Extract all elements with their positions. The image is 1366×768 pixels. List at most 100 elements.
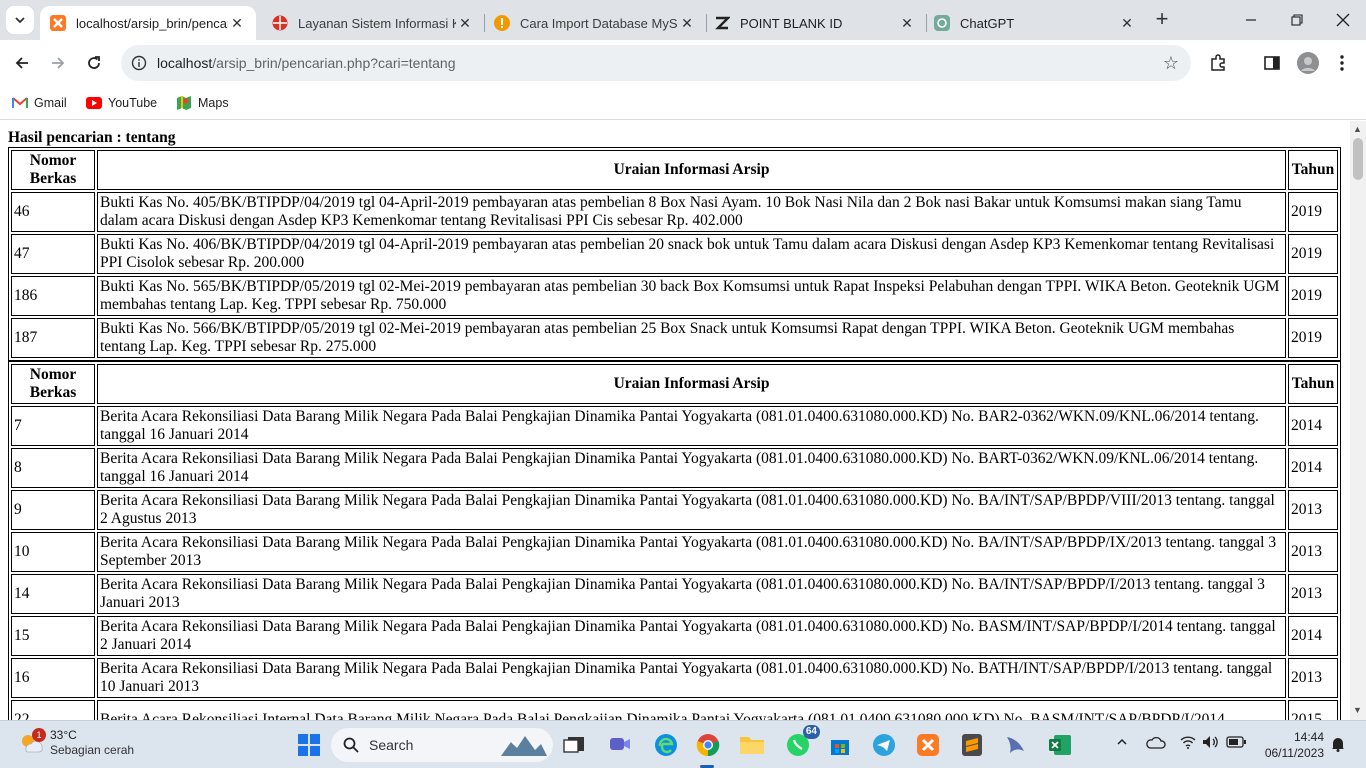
maps-icon: [176, 95, 192, 111]
battery-icon[interactable]: [1226, 735, 1246, 751]
xampp-favicon-icon: [50, 15, 66, 31]
header-uraian: Uraian Informasi Arsip: [97, 364, 1286, 404]
weather-widget[interactable]: 1 33°C Sebagian cerah: [18, 728, 134, 758]
bookmark-label: Gmail: [34, 96, 67, 110]
taskbar-search[interactable]: Search: [331, 728, 553, 762]
results-table-2: Nomor Berkas Uraian Informasi Arsip Tahun…: [8, 361, 1341, 720]
menu-button[interactable]: [1328, 49, 1356, 77]
back-button[interactable]: [8, 49, 36, 77]
cell-uraian: Berita Acara Rekonsiliasi Data Barang Mi…: [97, 616, 1286, 656]
excel-icon: [1049, 735, 1071, 755]
wifi-icon[interactable]: [1180, 735, 1196, 752]
results-table-1: Nomor Berkas Uraian Informasi Arsip Tahun…: [8, 147, 1341, 361]
tab-title: POINT BLANK ID: [740, 15, 843, 31]
kebab-menu-icon: [1340, 55, 1344, 71]
weather-temperature: 33°C: [50, 728, 77, 742]
side-panel-icon: [1264, 56, 1280, 70]
bookmark-maps[interactable]: Maps: [176, 93, 229, 113]
close-icon[interactable]: ✕: [898, 14, 916, 32]
whatsapp-button[interactable]: 64: [784, 725, 820, 759]
scrollbar-thumb[interactable]: [1353, 138, 1363, 180]
cloud-sync-icon[interactable]: [1146, 735, 1166, 754]
sublime-icon: [962, 734, 982, 756]
tab-layanan-sistem[interactable]: Layanan Sistem Informasi K ✕: [262, 6, 484, 40]
volume-icon[interactable]: [1202, 735, 1220, 752]
telegram-button[interactable]: [870, 731, 898, 759]
address-bar[interactable]: localhost/arsip_brin/pencarian.php?cari=…: [121, 45, 1191, 81]
chevron-up-icon[interactable]: [1116, 735, 1128, 751]
new-tab-button[interactable]: +: [1150, 8, 1174, 32]
cell-tahun: 2019: [1288, 276, 1338, 316]
tab-point-blank[interactable]: POINT BLANK ID ✕: [704, 6, 926, 40]
microsoft-store-button[interactable]: [826, 731, 854, 759]
cell-tahun: 2015: [1288, 700, 1338, 720]
windows-taskbar: 1 33°C Sebagian cerah Search 64 14:44 06…: [0, 720, 1366, 768]
tab-chatgpt[interactable]: ChatGPT ✕: [924, 6, 1146, 40]
profile-avatar[interactable]: [1294, 49, 1322, 77]
scroll-down-arrow-icon[interactable]: ▼: [1353, 705, 1362, 715]
cell-nomor: 14: [11, 574, 95, 614]
tab-cara-import[interactable]: Cara Import Database MySc ✕: [484, 6, 706, 40]
cell-uraian: Bukti Kas No. 566/BK/BTIPDP/05/2019 tgl …: [97, 318, 1286, 358]
extensions-button[interactable]: [1204, 49, 1232, 77]
page-content: Hasil pencarian : tentang Nomor Berkas Ur…: [0, 121, 1350, 720]
site-info-icon[interactable]: [121, 55, 157, 71]
meet-app-button[interactable]: [606, 731, 634, 759]
page-scrollbar[interactable]: ▲ ▼: [1350, 121, 1366, 720]
notification-bell-icon[interactable]: [1331, 736, 1345, 755]
gmail-icon: [12, 97, 28, 109]
minimize-button[interactable]: [1228, 0, 1274, 40]
youtube-icon: [86, 97, 102, 109]
minimize-icon: [1246, 19, 1256, 21]
file-explorer-button[interactable]: [738, 731, 766, 759]
sublime-text-button[interactable]: [958, 731, 986, 759]
cell-uraian: Bukti Kas No. 406/BK/BTIPDP/04/2019 tgl …: [97, 234, 1286, 274]
arrow-right-icon: [52, 57, 65, 69]
close-icon: [1336, 13, 1350, 27]
cell-nomor: 22: [11, 700, 95, 720]
cell-nomor: 8: [11, 448, 95, 488]
edge-browser-button[interactable]: [652, 731, 680, 759]
close-icon[interactable]: ✕: [228, 14, 246, 32]
bookmark-gmail[interactable]: Gmail: [12, 93, 67, 113]
close-icon[interactable]: ✕: [678, 14, 696, 32]
xampp-icon: [917, 734, 939, 756]
app-fish-button[interactable]: [1002, 731, 1030, 759]
excel-button[interactable]: [1046, 731, 1074, 759]
forward-button[interactable]: [44, 49, 72, 77]
restore-button[interactable]: [1274, 0, 1320, 40]
header-nomor-berkas: Nomor Berkas: [11, 150, 95, 190]
notification-badge: 1: [32, 728, 46, 742]
search-highlight-image-icon: [501, 732, 547, 761]
store-icon: [831, 740, 849, 755]
table-header-row: Nomor Berkas Uraian Informasi Arsip Tahun: [11, 364, 1338, 404]
bookmark-star-icon[interactable]: ☆: [1163, 53, 1179, 74]
cell-tahun: 2014: [1288, 406, 1338, 446]
task-view-button[interactable]: [560, 731, 588, 759]
xampp-button[interactable]: [914, 731, 942, 759]
chrome-browser-button[interactable]: [694, 731, 722, 759]
close-window-button[interactable]: [1320, 0, 1366, 40]
system-clock[interactable]: 14:44 06/11/2023: [1252, 729, 1324, 761]
notification-count: 64: [802, 725, 820, 739]
reload-button[interactable]: [80, 49, 108, 77]
cell-tahun: 2019: [1288, 318, 1338, 358]
bookmark-youtube[interactable]: YouTube: [86, 93, 157, 113]
cell-uraian: Bukti Kas No. 405/BK/BTIPDP/04/2019 tgl …: [97, 192, 1286, 232]
cell-nomor: 10: [11, 532, 95, 572]
task-view-icon: [563, 737, 584, 753]
clock-time: 14:44: [1293, 730, 1324, 744]
cell-nomor: 15: [11, 616, 95, 656]
cell-tahun: 2013: [1288, 658, 1338, 698]
edge-icon: [655, 734, 677, 756]
bookmarks-bar: Gmail YouTube Maps: [0, 86, 1366, 120]
close-icon[interactable]: ✕: [456, 14, 474, 32]
side-panel-button[interactable]: [1258, 49, 1286, 77]
scroll-up-arrow-icon[interactable]: ▲: [1353, 124, 1362, 134]
close-icon[interactable]: ✕: [1118, 14, 1136, 32]
cell-tahun: 2014: [1288, 448, 1338, 488]
tab-search-button[interactable]: [6, 6, 34, 34]
chevron-down-icon: [15, 17, 25, 24]
windows-start-button[interactable]: [295, 731, 323, 759]
tab-arsip-pencarian[interactable]: localhost/arsip_brin/pencar ✕: [40, 6, 256, 40]
